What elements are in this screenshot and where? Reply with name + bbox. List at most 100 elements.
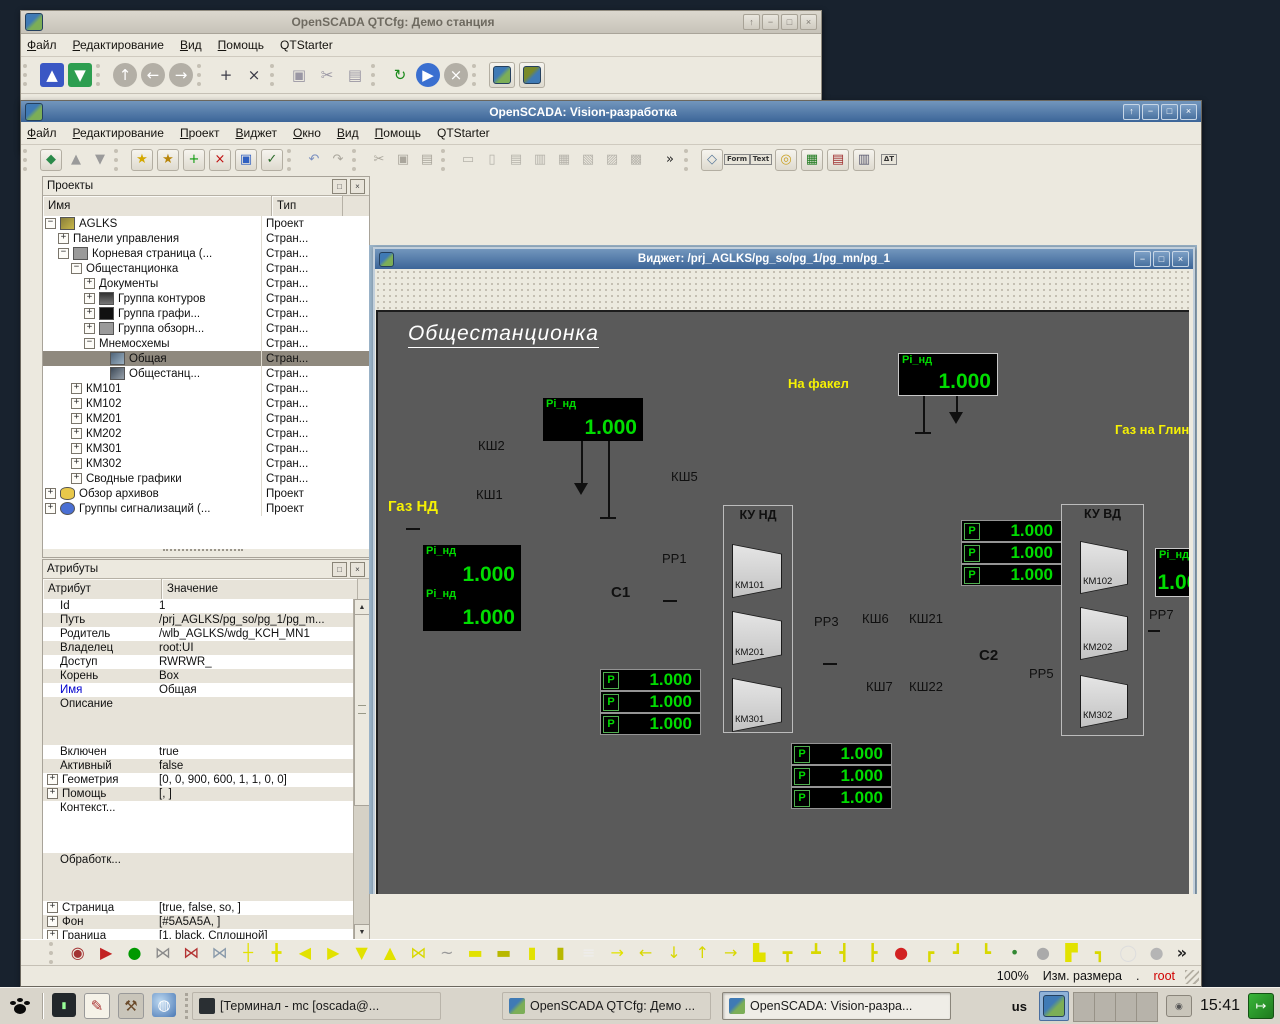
collapse-icon[interactable]: −	[58, 248, 69, 259]
delete-widget-icon[interactable]: ×	[209, 149, 231, 171]
media-element-icon[interactable]: ◎	[775, 149, 797, 171]
workspace-cell[interactable]	[1073, 992, 1095, 1022]
editor-launcher-icon[interactable]: ✎	[84, 993, 110, 1019]
attribute-row[interactable]: Id1	[43, 599, 353, 613]
valve-gray-icon[interactable]: ⋈	[152, 941, 174, 965]
task-terminal[interactable]: [Терминал - mc [oscada@...	[192, 992, 441, 1020]
state-green-icon[interactable]: ●	[123, 941, 145, 965]
pressure-row[interactable]: P1.000	[791, 787, 892, 809]
arrow-right2-icon[interactable]: →	[720, 941, 742, 965]
attribute-value[interactable]: /wlb_AGLKS/wdg_KCH_MN1	[157, 627, 353, 641]
attribute-row[interactable]: ИмяОбщая	[43, 683, 353, 697]
expand-icon[interactable]: +	[84, 293, 95, 304]
widget-edit-icon[interactable]: ✓	[261, 149, 283, 171]
attribute-value[interactable]: [#5A5A5A, ]	[157, 915, 353, 929]
form-element-icon[interactable]: Form	[727, 150, 747, 170]
attribute-row[interactable]: Активныйfalse	[43, 759, 353, 773]
vision-titlebar[interactable]: OpenSCADA: Vision-разработка ↑−□×	[21, 101, 1201, 122]
column-header-type[interactable]: Тип	[272, 196, 343, 216]
tree-row[interactable]: +Группа контуровСтран...	[43, 291, 369, 306]
add-item-button[interactable]: +	[214, 63, 238, 87]
save-icon[interactable]: ▼	[90, 150, 110, 170]
attribute-value[interactable]: [0, 0, 900, 600, 1, 1, 0, 0]	[157, 773, 353, 787]
cone-down-icon[interactable]: ▼	[350, 941, 372, 965]
attribute-row[interactable]: Путь/prj_AGLKS/pg_so/pg_1/pg_m...	[43, 613, 353, 627]
qtcfg-titlebar[interactable]: OpenSCADA QTCfg: Демо станция ↑−□×	[21, 11, 821, 34]
diagram-element-icon[interactable]: ▦	[801, 149, 823, 171]
load-icon[interactable]: ▲	[66, 150, 86, 170]
add-widget-icon[interactable]: +	[183, 149, 205, 171]
compressor-icon[interactable]: КМ202	[1080, 607, 1128, 660]
tree-row[interactable]: +Сводные графикиСтран...	[43, 471, 369, 486]
toolbar-more-icon[interactable]: »	[660, 150, 680, 170]
workspace-cell[interactable]	[1137, 992, 1158, 1022]
back-button[interactable]: ←	[141, 63, 165, 87]
copy-item-button[interactable]: ▣	[287, 63, 311, 87]
tools-launcher-icon[interactable]: ⚒	[118, 993, 144, 1019]
compressor-icon[interactable]: КМ102	[1080, 541, 1128, 594]
workspace-cell[interactable]	[1095, 992, 1116, 1022]
delete-item-button[interactable]: ×	[242, 63, 266, 87]
menu-help[interactable]: Помощь	[375, 126, 421, 140]
text-element-icon[interactable]: Text	[751, 150, 771, 170]
pipe-cross-heavy-icon[interactable]: ╋	[265, 941, 287, 965]
expand-icon[interactable]: +	[47, 902, 58, 913]
task-qtcfg[interactable]: OpenSCADA QTCfg: Демо ...	[502, 992, 711, 1020]
menu-edit[interactable]: Редактирование	[73, 126, 164, 140]
attribute-row[interactable]: +Геометрия[0, 0, 900, 600, 1, 1, 0, 0]	[43, 773, 353, 787]
attribute-row[interactable]: Родитель/wlb_AGLKS/wdg_KCH_MN1	[43, 627, 353, 641]
redo-icon[interactable]: ↷	[328, 150, 348, 170]
scrollbar-thumb[interactable]	[354, 614, 370, 806]
menu-window[interactable]: Окно	[293, 126, 321, 140]
valve-alarm-icon[interactable]: ⋈	[180, 941, 202, 965]
float-panel-icon[interactable]: □	[332, 562, 347, 577]
arrow-up-icon[interactable]: ↑	[691, 941, 713, 965]
start-button[interactable]: ▶	[416, 63, 440, 87]
align-bottom-icon[interactable]: ▧	[578, 150, 598, 170]
tee-left-icon[interactable]: ┫	[833, 941, 855, 965]
arrow-right-icon[interactable]: →	[606, 941, 628, 965]
expand-icon[interactable]: +	[58, 233, 69, 244]
load-button[interactable]: ▲	[40, 63, 64, 87]
pipe-h-icon[interactable]: ▬	[464, 941, 486, 965]
pipe-cross-icon[interactable]: ┼	[237, 941, 259, 965]
cone-right-icon[interactable]: ▶	[322, 941, 344, 965]
minimize-window-icon[interactable]: −	[1134, 251, 1151, 267]
corner-bl-icon[interactable]: ┗	[975, 941, 997, 965]
attribute-value[interactable]	[157, 801, 353, 853]
minimize-window-icon[interactable]: −	[1142, 104, 1159, 120]
attribute-row[interactable]: +Фон[#5A5A5A, ]	[43, 915, 353, 929]
tree-row[interactable]: Общестанц...Стран...	[43, 366, 369, 381]
menu-edit[interactable]: Редактирование	[73, 38, 164, 52]
qtstarter-vision-icon[interactable]	[519, 62, 545, 88]
expand-icon[interactable]: +	[47, 916, 58, 927]
cone-up-icon[interactable]: ▲	[379, 941, 401, 965]
document-element-icon[interactable]: ▥	[853, 149, 875, 171]
balloon-red-icon[interactable]: ●	[890, 941, 912, 965]
compressor-icon[interactable]: КМ301	[732, 678, 782, 732]
menu-view[interactable]: Вид	[180, 38, 202, 52]
tree-row[interactable]: −Корневая страница (...Стран...	[43, 246, 369, 261]
expand-icon[interactable]: +	[84, 323, 95, 334]
column-header-value[interactable]: Значение	[162, 579, 358, 599]
valve-regul-icon[interactable]: ⋈	[208, 941, 230, 965]
attribute-value[interactable]: root:UI	[157, 641, 353, 655]
pipe-v-icon[interactable]: ▮	[521, 941, 543, 965]
copy-icon[interactable]: ▣	[393, 150, 413, 170]
wave-icon[interactable]: ~	[436, 941, 458, 965]
compressor-box[interactable]: КУ ВДКМ102КМ202КМ302	[1061, 504, 1144, 736]
column-header-name[interactable]: Имя	[43, 196, 272, 216]
workspace-cell[interactable]	[1116, 992, 1137, 1022]
shade-window-icon[interactable]: ↑	[1123, 104, 1140, 120]
pressure-display[interactable]: Pi_нд1.000	[423, 588, 521, 631]
align-left-icon[interactable]: ▤	[506, 150, 526, 170]
corner-br-icon[interactable]: ┛	[947, 941, 969, 965]
pressure-group[interactable]: P1.000P1.000P1.000	[600, 669, 701, 735]
splitter-handle[interactable]	[163, 549, 243, 556]
menu-file[interactable]: Файл	[27, 126, 57, 140]
attribute-row[interactable]: ДоступRWRWR_	[43, 655, 353, 669]
forward-button[interactable]: →	[169, 63, 193, 87]
expand-icon[interactable]: +	[71, 413, 82, 424]
tree-row[interactable]: +ДокументыСтран...	[43, 276, 369, 291]
compressor-icon[interactable]: КМ101	[732, 544, 782, 598]
